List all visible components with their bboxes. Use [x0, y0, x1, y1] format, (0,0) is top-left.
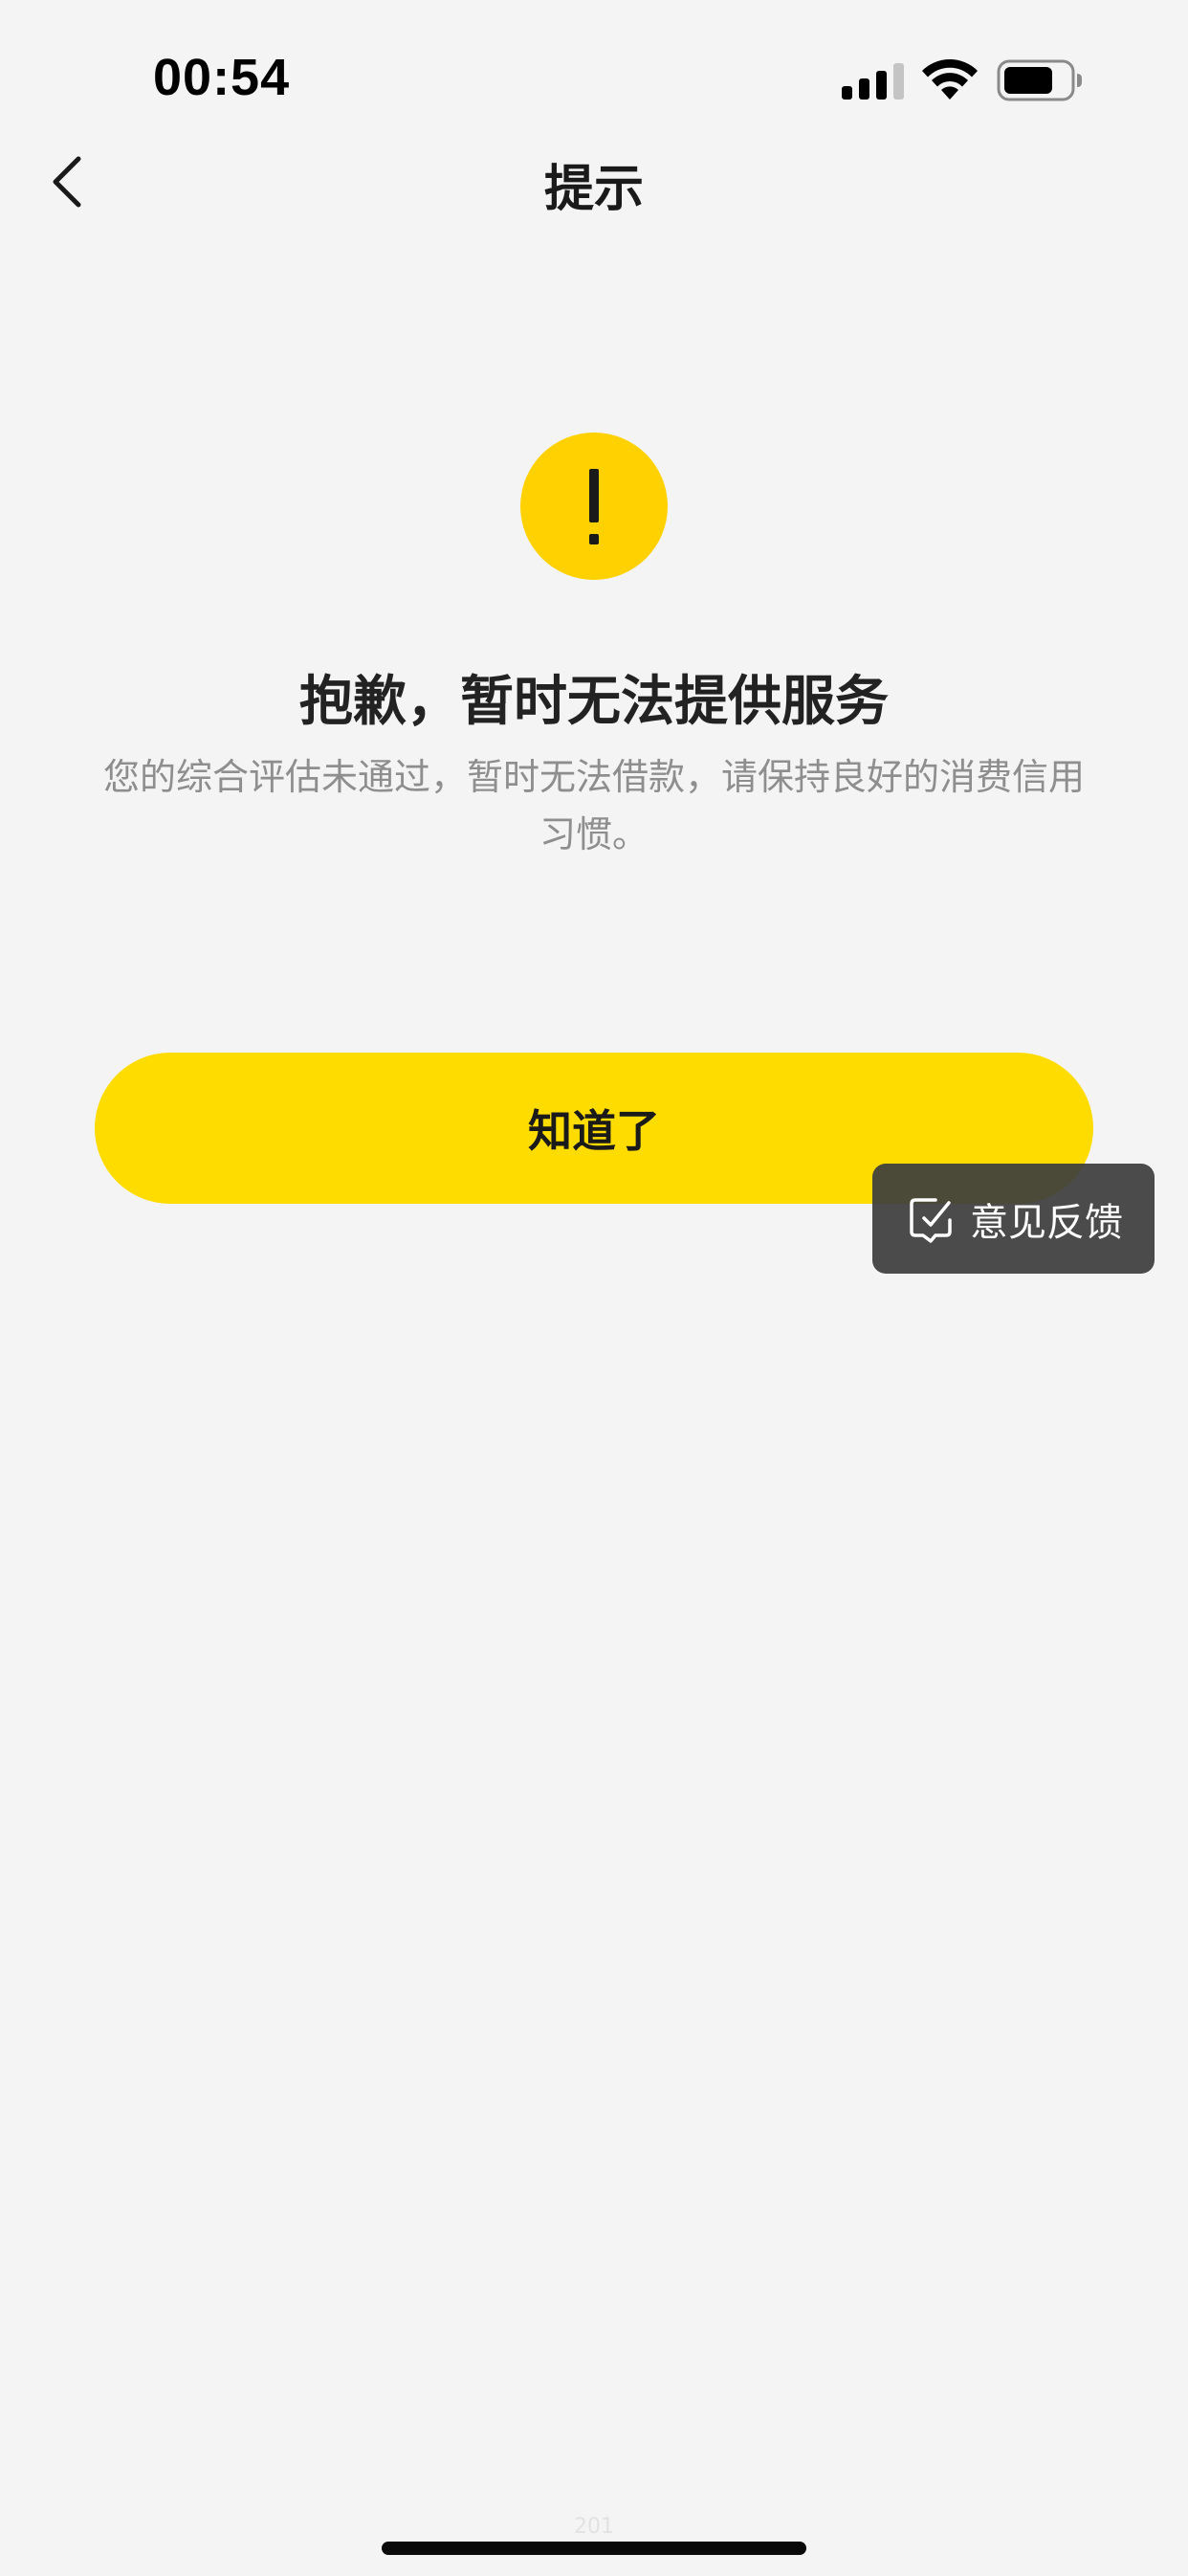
feedback-chat-icon	[910, 1197, 952, 1243]
wifi-icon	[922, 59, 978, 100]
exclamation-icon	[520, 433, 668, 580]
cellular-signal-icon	[842, 63, 904, 100]
result-description: 您的综合评估未通过，暂时无法借款，请保持良好的消费信用习惯。	[102, 756, 1085, 855]
footer-code: 201	[574, 2515, 614, 2539]
battery-icon	[997, 59, 1082, 101]
feedback-label: 意见反馈	[970, 1200, 1123, 1245]
result-title: 抱歉，暂时无法提供服务	[299, 671, 889, 733]
home-indicator[interactable]	[382, 2542, 806, 2555]
status-time: 00:54	[153, 49, 291, 106]
page-title: 提示	[543, 161, 644, 218]
feedback-button[interactable]: 意见反馈	[872, 1164, 1155, 1274]
